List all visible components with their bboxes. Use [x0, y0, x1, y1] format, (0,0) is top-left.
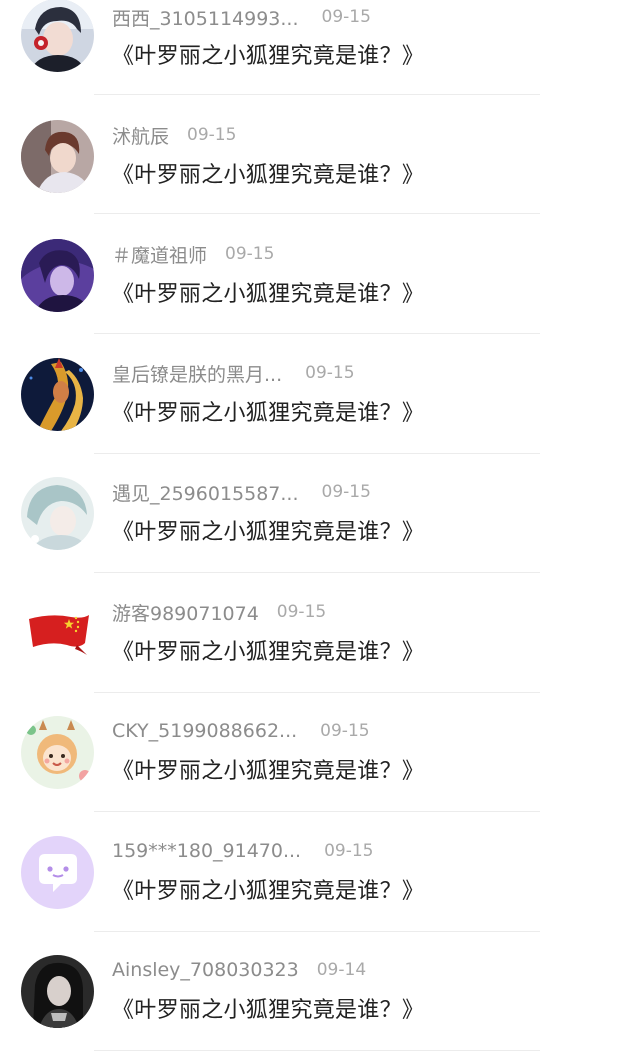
comment-meta: 皇后镣是朕的黑月... 09-15 [112, 358, 355, 388]
comment-text[interactable]: 《叶罗丽之小狐狸究竟是谁？》 [112, 753, 424, 785]
divider [94, 1050, 540, 1051]
comment-date: 09-15 [225, 244, 275, 264]
user-avatar[interactable] [21, 239, 94, 312]
username[interactable]: CKY_5199088662... [112, 720, 297, 742]
user-avatar[interactable] [21, 955, 94, 1028]
divider [94, 572, 540, 573]
pale-anime-icon [21, 477, 94, 550]
divider [94, 811, 540, 812]
user-avatar[interactable] [21, 477, 94, 550]
china-flag-icon [21, 597, 94, 670]
comment-item[interactable]: 沭航辰 09-15 《叶罗丽之小狐狸究竟是谁？》 [0, 120, 640, 239]
divider [94, 692, 540, 693]
comment-meta: 游客989071074 09-15 [112, 597, 326, 627]
comment-text[interactable]: 《叶罗丽之小狐狸究竟是谁？》 [112, 157, 424, 189]
comment-text[interactable]: 《叶罗丽之小狐狸究竟是谁？》 [112, 395, 424, 427]
username[interactable]: 159***180_91470... [112, 840, 301, 862]
comment-date: 09-15 [187, 125, 237, 145]
user-avatar[interactable] [21, 0, 94, 72]
user-avatar[interactable] [21, 597, 94, 670]
comment-item[interactable]: 遇见_2596015587... 09-15 《叶罗丽之小狐狸究竟是谁？》 [0, 477, 640, 596]
comment-text[interactable]: 《叶罗丽之小狐狸究竟是谁？》 [112, 276, 424, 308]
anime-boy-photo-icon [21, 120, 94, 193]
comment-text[interactable]: 《叶罗丽之小狐狸究竟是谁？》 [112, 38, 424, 70]
comment-item[interactable]: 西西_3105114993... 09-15 《叶罗丽之小狐狸究竟是谁？》 [0, 0, 640, 119]
golden-hair-warrior-icon [21, 358, 94, 431]
anime-boy-headphones-icon [21, 0, 94, 72]
divider [94, 94, 540, 95]
comment-item[interactable]: 皇后镣是朕的黑月... 09-15 《叶罗丽之小狐狸究竟是谁？》 [0, 358, 640, 477]
comment-item[interactable]: CKY_5199088662... 09-15 《叶罗丽之小狐狸究竟是谁？》 [0, 716, 640, 835]
comment-text[interactable]: 《叶罗丽之小狐狸究竟是谁？》 [112, 992, 424, 1024]
comment-date: 09-14 [316, 960, 367, 980]
comment-date: 09-15 [305, 363, 355, 383]
comment-item[interactable]: 159***180_91470... 09-15 《叶罗丽之小狐狸究竟是谁？》 [0, 836, 640, 955]
comment-date: 09-15 [320, 721, 370, 741]
username[interactable]: 游客989071074 [112, 599, 259, 626]
comment-text[interactable]: 《叶罗丽之小狐狸究竟是谁？》 [112, 634, 424, 666]
username[interactable]: 沭航辰 [112, 122, 169, 149]
comment-date: 09-15 [321, 482, 371, 502]
cartoon-deer-girl-icon [21, 716, 94, 789]
user-avatar[interactable] [21, 358, 94, 431]
comment-text[interactable]: 《叶罗丽之小狐狸究竟是谁？》 [112, 873, 424, 905]
comment-meta: 遇见_2596015587... 09-15 [112, 477, 371, 507]
comment-text[interactable]: 《叶罗丽之小狐狸究竟是谁？》 [112, 514, 424, 546]
comment-item[interactable]: 游客989071074 09-15 《叶罗丽之小狐狸究竟是谁？》 [0, 597, 640, 716]
chat-bubble-icon [21, 836, 94, 909]
user-avatar[interactable] [21, 120, 94, 193]
username[interactable]: 皇后镣是朕的黑月... [112, 360, 282, 387]
divider [94, 333, 540, 334]
dark-photo-icon [21, 955, 94, 1028]
divider [94, 213, 540, 214]
username[interactable]: Ainsley_708030323 [112, 959, 299, 981]
username[interactable]: 遇见_2596015587... [112, 479, 299, 506]
comment-meta: Ainsley_708030323 09-14 [112, 955, 366, 985]
user-avatar[interactable] [21, 836, 94, 909]
comment-item[interactable]: Ainsley_708030323 09-14 《叶罗丽之小狐狸究竟是谁？》 [0, 955, 640, 1064]
purple-anime-icon [21, 239, 94, 312]
comment-date: 09-15 [321, 7, 371, 27]
comment-meta: 沭航辰 09-15 [112, 120, 236, 150]
comment-item[interactable]: ＃魔道祖师 09-15 《叶罗丽之小狐狸究竟是谁？》 [0, 239, 640, 358]
comment-meta: CKY_5199088662... 09-15 [112, 716, 370, 746]
divider [94, 453, 540, 454]
divider [94, 931, 540, 932]
username[interactable]: ＃魔道祖师 [112, 241, 207, 268]
user-avatar[interactable] [21, 716, 94, 789]
comment-meta: 西西_3105114993... 09-15 [112, 2, 371, 32]
comment-list: 西西_3105114993... 09-15 《叶罗丽之小狐狸究竟是谁？》 沭航… [0, 0, 640, 1064]
comment-meta: ＃魔道祖师 09-15 [112, 239, 274, 269]
comment-date: 09-15 [324, 841, 374, 861]
comment-date: 09-15 [276, 602, 327, 622]
username[interactable]: 西西_3105114993... [112, 4, 299, 31]
comment-meta: 159***180_91470... 09-15 [112, 836, 374, 866]
